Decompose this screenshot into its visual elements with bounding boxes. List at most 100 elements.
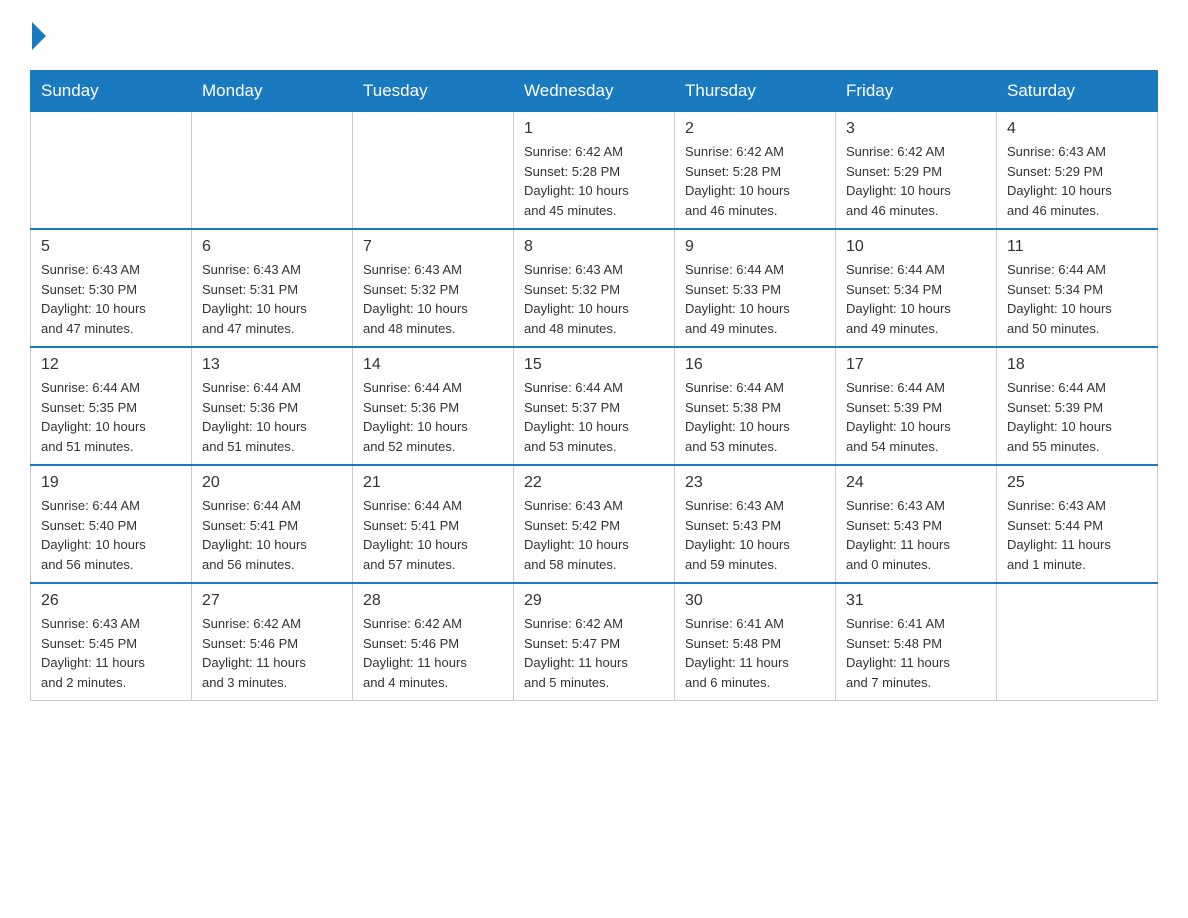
calendar-cell: 22 Sunrise: 6:43 AMSunset: 5:42 PMDayligh… xyxy=(514,465,675,583)
day-info: Sunrise: 6:42 AMSunset: 5:28 PMDaylight:… xyxy=(685,142,825,220)
calendar-cell xyxy=(31,112,192,230)
day-number: 12 xyxy=(41,356,181,374)
day-number: 3 xyxy=(846,120,986,138)
day-info: Sunrise: 6:42 AMSunset: 5:46 PMDaylight:… xyxy=(363,614,503,692)
day-number: 6 xyxy=(202,238,342,256)
logo-arrow-icon xyxy=(32,22,46,50)
calendar-cell xyxy=(353,112,514,230)
column-header-wednesday: Wednesday xyxy=(514,71,675,112)
day-number: 20 xyxy=(202,474,342,492)
day-number: 31 xyxy=(846,592,986,610)
day-number: 9 xyxy=(685,238,825,256)
calendar-cell: 28 Sunrise: 6:42 AMSunset: 5:46 PMDayligh… xyxy=(353,583,514,701)
calendar-cell: 10Sunrise: 6:44 AMSunset: 5:34 PMDayligh… xyxy=(836,229,997,347)
column-header-thursday: Thursday xyxy=(675,71,836,112)
calendar-table: SundayMondayTuesdayWednesdayThursdayFrid… xyxy=(30,70,1158,701)
day-number: 23 xyxy=(685,474,825,492)
day-info: Sunrise: 6:43 AMSunset: 5:45 PMDaylight:… xyxy=(41,614,181,692)
calendar-week-row: 12 Sunrise: 6:44 AMSunset: 5:35 PMDayligh… xyxy=(31,347,1158,465)
calendar-cell: 29 Sunrise: 6:42 AMSunset: 5:47 PMDayligh… xyxy=(514,583,675,701)
calendar-cell: 13Sunrise: 6:44 AMSunset: 5:36 PMDayligh… xyxy=(192,347,353,465)
day-info: Sunrise: 6:43 AMSunset: 5:44 PMDaylight:… xyxy=(1007,496,1147,574)
calendar-cell: 1 Sunrise: 6:42 AMSunset: 5:28 PMDaylight… xyxy=(514,112,675,230)
day-number: 16 xyxy=(685,356,825,374)
logo xyxy=(30,20,46,50)
day-number: 13 xyxy=(202,356,342,374)
calendar-cell: 8 Sunrise: 6:43 AMSunset: 5:32 PMDaylight… xyxy=(514,229,675,347)
calendar-cell: 11 Sunrise: 6:44 AMSunset: 5:34 PMDayligh… xyxy=(997,229,1158,347)
day-number: 25 xyxy=(1007,474,1147,492)
day-info: Sunrise: 6:44 AMSunset: 5:36 PMDaylight:… xyxy=(363,378,503,456)
day-number: 14 xyxy=(363,356,503,374)
day-number: 18 xyxy=(1007,356,1147,374)
day-info: Sunrise: 6:42 AMSunset: 5:28 PMDaylight:… xyxy=(524,142,664,220)
column-header-friday: Friday xyxy=(836,71,997,112)
column-header-sunday: Sunday xyxy=(31,71,192,112)
column-header-saturday: Saturday xyxy=(997,71,1158,112)
calendar-week-row: 19 Sunrise: 6:44 AMSunset: 5:40 PMDayligh… xyxy=(31,465,1158,583)
day-number: 30 xyxy=(685,592,825,610)
calendar-cell: 14 Sunrise: 6:44 AMSunset: 5:36 PMDayligh… xyxy=(353,347,514,465)
day-number: 7 xyxy=(363,238,503,256)
day-info: Sunrise: 6:43 AMSunset: 5:31 PMDaylight:… xyxy=(202,260,342,338)
day-info: Sunrise: 6:44 AMSunset: 5:39 PMDaylight:… xyxy=(846,378,986,456)
calendar-week-row: 1 Sunrise: 6:42 AMSunset: 5:28 PMDaylight… xyxy=(31,112,1158,230)
day-info: Sunrise: 6:43 AMSunset: 5:29 PMDaylight:… xyxy=(1007,142,1147,220)
day-number: 1 xyxy=(524,120,664,138)
day-info: Sunrise: 6:44 AMSunset: 5:39 PMDaylight:… xyxy=(1007,378,1147,456)
calendar-cell: 9 Sunrise: 6:44 AMSunset: 5:33 PMDaylight… xyxy=(675,229,836,347)
calendar-cell: 17 Sunrise: 6:44 AMSunset: 5:39 PMDayligh… xyxy=(836,347,997,465)
day-info: Sunrise: 6:44 AMSunset: 5:33 PMDaylight:… xyxy=(685,260,825,338)
day-info: Sunrise: 6:44 AMSunset: 5:38 PMDaylight:… xyxy=(685,378,825,456)
day-info: Sunrise: 6:44 AMSunset: 5:34 PMDaylight:… xyxy=(1007,260,1147,338)
calendar-cell: 15 Sunrise: 6:44 AMSunset: 5:37 PMDayligh… xyxy=(514,347,675,465)
calendar-cell: 18 Sunrise: 6:44 AMSunset: 5:39 PMDayligh… xyxy=(997,347,1158,465)
calendar-cell: 16 Sunrise: 6:44 AMSunset: 5:38 PMDayligh… xyxy=(675,347,836,465)
column-header-tuesday: Tuesday xyxy=(353,71,514,112)
calendar-cell: 7 Sunrise: 6:43 AMSunset: 5:32 PMDaylight… xyxy=(353,229,514,347)
day-info: Sunrise: 6:43 AMSunset: 5:32 PMDaylight:… xyxy=(363,260,503,338)
calendar-cell: 30 Sunrise: 6:41 AMSunset: 5:48 PMDayligh… xyxy=(675,583,836,701)
calendar-cell: 31Sunrise: 6:41 AMSunset: 5:48 PMDayligh… xyxy=(836,583,997,701)
day-number: 17 xyxy=(846,356,986,374)
day-info: Sunrise: 6:43 AMSunset: 5:43 PMDaylight:… xyxy=(846,496,986,574)
day-number: 21 xyxy=(363,474,503,492)
calendar-cell: 4 Sunrise: 6:43 AMSunset: 5:29 PMDaylight… xyxy=(997,112,1158,230)
day-info: Sunrise: 6:43 AMSunset: 5:32 PMDaylight:… xyxy=(524,260,664,338)
day-info: Sunrise: 6:42 AMSunset: 5:29 PMDaylight:… xyxy=(846,142,986,220)
day-info: Sunrise: 6:42 AMSunset: 5:46 PMDaylight:… xyxy=(202,614,342,692)
day-number: 4 xyxy=(1007,120,1147,138)
day-info: Sunrise: 6:43 AMSunset: 5:30 PMDaylight:… xyxy=(41,260,181,338)
calendar-cell: 24Sunrise: 6:43 AMSunset: 5:43 PMDayligh… xyxy=(836,465,997,583)
calendar-cell: 23Sunrise: 6:43 AMSunset: 5:43 PMDayligh… xyxy=(675,465,836,583)
day-number: 15 xyxy=(524,356,664,374)
day-number: 26 xyxy=(41,592,181,610)
calendar-cell: 3 Sunrise: 6:42 AMSunset: 5:29 PMDaylight… xyxy=(836,112,997,230)
day-number: 11 xyxy=(1007,238,1147,256)
calendar-cell xyxy=(997,583,1158,701)
day-info: Sunrise: 6:43 AMSunset: 5:42 PMDaylight:… xyxy=(524,496,664,574)
calendar-cell: 26 Sunrise: 6:43 AMSunset: 5:45 PMDayligh… xyxy=(31,583,192,701)
page-header xyxy=(30,20,1158,50)
column-header-monday: Monday xyxy=(192,71,353,112)
day-number: 2 xyxy=(685,120,825,138)
calendar-cell: 12 Sunrise: 6:44 AMSunset: 5:35 PMDayligh… xyxy=(31,347,192,465)
day-number: 8 xyxy=(524,238,664,256)
day-info: Sunrise: 6:42 AMSunset: 5:47 PMDaylight:… xyxy=(524,614,664,692)
day-number: 28 xyxy=(363,592,503,610)
day-number: 5 xyxy=(41,238,181,256)
calendar-week-row: 5 Sunrise: 6:43 AMSunset: 5:30 PMDaylight… xyxy=(31,229,1158,347)
day-info: Sunrise: 6:44 AMSunset: 5:35 PMDaylight:… xyxy=(41,378,181,456)
calendar-cell: 5 Sunrise: 6:43 AMSunset: 5:30 PMDaylight… xyxy=(31,229,192,347)
calendar-cell: 21 Sunrise: 6:44 AMSunset: 5:41 PMDayligh… xyxy=(353,465,514,583)
day-number: 22 xyxy=(524,474,664,492)
calendar-header-row: SundayMondayTuesdayWednesdayThursdayFrid… xyxy=(31,71,1158,112)
day-info: Sunrise: 6:44 AMSunset: 5:37 PMDaylight:… xyxy=(524,378,664,456)
day-number: 29 xyxy=(524,592,664,610)
day-info: Sunrise: 6:44 AMSunset: 5:40 PMDaylight:… xyxy=(41,496,181,574)
calendar-cell: 6 Sunrise: 6:43 AMSunset: 5:31 PMDaylight… xyxy=(192,229,353,347)
day-number: 19 xyxy=(41,474,181,492)
day-info: Sunrise: 6:44 AMSunset: 5:41 PMDaylight:… xyxy=(363,496,503,574)
calendar-cell: 20Sunrise: 6:44 AMSunset: 5:41 PMDayligh… xyxy=(192,465,353,583)
day-info: Sunrise: 6:41 AMSunset: 5:48 PMDaylight:… xyxy=(685,614,825,692)
